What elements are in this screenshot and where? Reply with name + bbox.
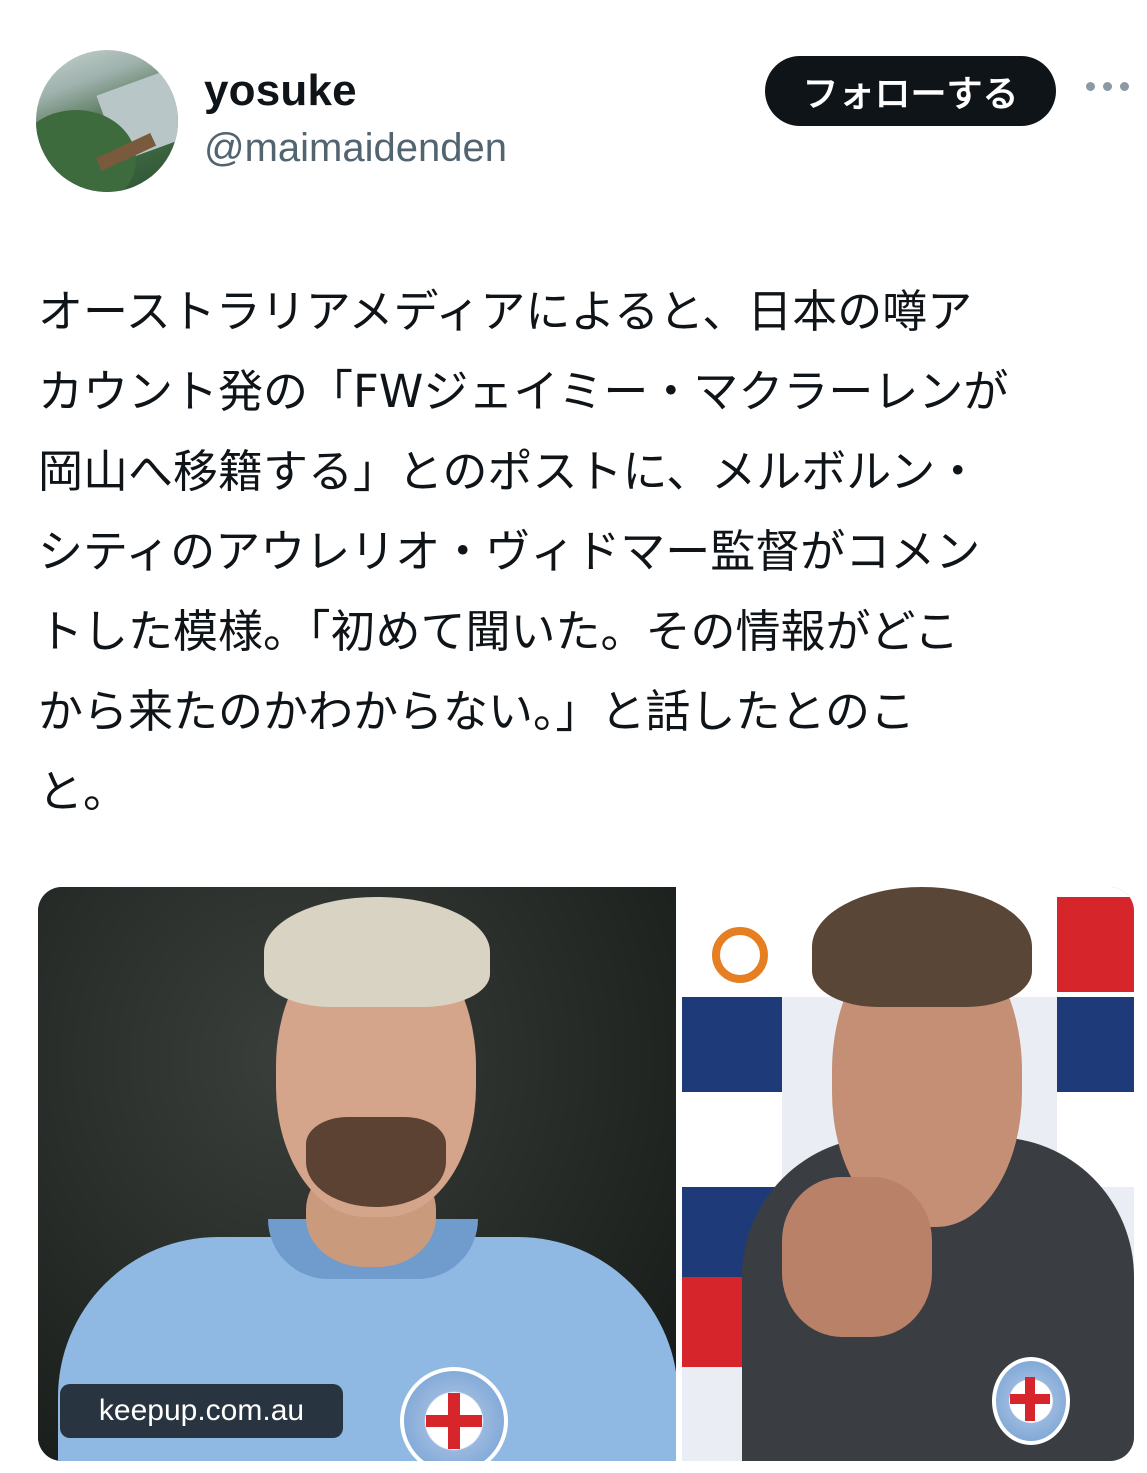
sponsor-board-tile xyxy=(682,997,782,1092)
tweet-line: と。 xyxy=(38,765,129,818)
tweet-line: から来たのかわからない。」と話したとのこ xyxy=(38,685,916,738)
tweet-line: カウント発の「FWジェイミー・マクラーレンが xyxy=(38,365,1009,418)
follow-button[interactable]: フォローする xyxy=(765,56,1056,126)
tweet-line: シティのアウレリオ・ヴィドマー監督がコメン xyxy=(38,525,981,578)
player-beard xyxy=(306,1117,446,1207)
more-dot xyxy=(1120,82,1129,91)
sponsor-board-tile xyxy=(1057,897,1134,992)
author-handle[interactable]: @maimaidenden xyxy=(204,126,507,171)
tweet-line: オーストラリアメディアによると、日本の噂ア xyxy=(38,285,973,338)
author-display-name[interactable]: yosuke xyxy=(204,66,357,116)
sponsor-board-tile xyxy=(682,1092,782,1187)
player-hair xyxy=(264,897,490,1007)
sponsor-board-tile xyxy=(712,927,768,983)
media-photo-player[interactable]: keepup.com.au xyxy=(38,887,678,1461)
media-photo-coach[interactable] xyxy=(682,887,1134,1461)
more-dot xyxy=(1103,82,1112,91)
avatar[interactable] xyxy=(36,50,178,192)
club-crest-icon xyxy=(992,1357,1070,1445)
tweet-text: オーストラリアメディアによると、日本の噂ア カウント発の「FWジェイミー・マクラ… xyxy=(38,272,1118,832)
more-horizontal-icon[interactable] xyxy=(1086,82,1130,98)
tweet-line: 岡山へ移籍する」とのポストに、メルボルン・ xyxy=(38,445,981,498)
tweet-media[interactable]: keepup.com.au xyxy=(38,887,1134,1461)
coach-hair xyxy=(812,887,1032,1007)
more-dot xyxy=(1086,82,1095,91)
sponsor-board-tile xyxy=(1057,997,1134,1092)
tweet-line: トした模様。「初めて聞いた。その情報がどこ xyxy=(38,605,960,658)
coach-hand xyxy=(782,1177,932,1337)
media-source-label: keepup.com.au xyxy=(60,1384,343,1438)
